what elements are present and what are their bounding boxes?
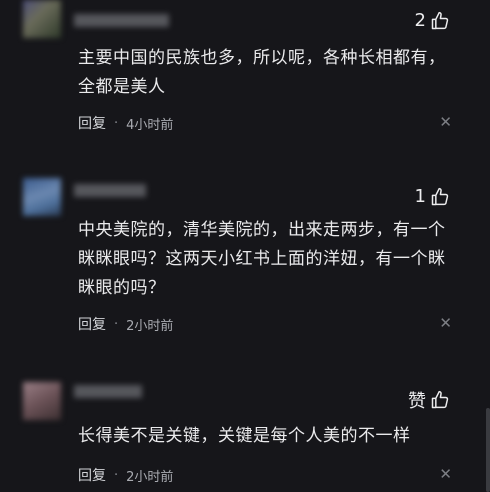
comment-text-line: 全都是美人 [78, 77, 166, 97]
meta-separator: · [114, 115, 119, 131]
comment-item: 2 主要中国的民族也多，所以呢，各种长相都有， 全都是美人 回复 · 4小时前 … [0, 0, 490, 150]
close-icon[interactable]: ✕ [439, 465, 452, 483]
comment-meta: 回复 · 4小时前 [78, 113, 173, 133]
thumbs-up-icon [431, 11, 449, 29]
close-icon[interactable]: ✕ [439, 113, 452, 131]
avatar[interactable] [23, 0, 61, 38]
comment-text-line: 中央美院的，清华美院的，出来走两步，有一个 [78, 220, 446, 240]
reply-button[interactable]: 回复 [78, 113, 106, 133]
username-blurred[interactable] [74, 385, 142, 398]
username-blurred[interactable] [74, 184, 146, 197]
comment-item: 赞 长得美不是关键，关键是每个人美的不一样 回复 · 2小时前 ✕ [0, 380, 490, 492]
like-button[interactable]: 1 [415, 186, 450, 207]
comment-meta: 回复 · 2小时前 [78, 314, 173, 334]
timestamp: 2小时前 [126, 469, 174, 485]
timestamp: 4小时前 [126, 117, 174, 133]
timestamp: 2小时前 [126, 318, 174, 334]
like-count: 赞 [408, 391, 426, 412]
comment-text-line: 主要中国的民族也多，所以呢，各种长相都有， [78, 48, 446, 68]
comment-text: 中央美院的，清华美院的，出来走两步，有一个 眯眯眼吗？这两天小红书上面的洋妞，有… [78, 216, 458, 303]
like-count: 2 [414, 10, 426, 31]
like-count: 1 [414, 186, 426, 207]
like-button[interactable]: 2 [415, 10, 450, 31]
close-icon[interactable]: ✕ [439, 314, 452, 332]
reply-button[interactable]: 回复 [78, 314, 106, 334]
comment-text: 主要中国的民族也多，所以呢，各种长相都有， 全都是美人 [78, 44, 458, 102]
avatar[interactable] [23, 382, 61, 420]
meta-separator: · [114, 316, 119, 332]
avatar[interactable] [23, 178, 61, 216]
comment-item: 1 中央美院的，清华美院的，出来走两步，有一个 眯眯眼吗？这两天小红书上面的洋妞… [0, 178, 490, 338]
comment-text-line: 眯眼的吗？ [78, 278, 166, 298]
reply-button[interactable]: 回复 [78, 465, 106, 485]
thumbs-up-icon [431, 187, 449, 205]
meta-separator: · [114, 467, 119, 483]
scrollbar[interactable] [486, 408, 490, 492]
comment-text: 长得美不是关键，关键是每个人美的不一样 [78, 422, 458, 451]
comment-text-line: 长得美不是关键，关键是每个人美的不一样 [78, 426, 411, 446]
comment-feed: 2 主要中国的民族也多，所以呢，各种长相都有， 全都是美人 回复 · 4小时前 … [0, 0, 490, 492]
thumbs-up-icon [431, 390, 449, 409]
comment-text-line: 眯眯眼吗？这两天小红书上面的洋妞，有一个眯 [78, 249, 446, 269]
username-blurred[interactable] [74, 14, 169, 27]
comment-meta: 回复 · 2小时前 [78, 465, 173, 485]
like-button[interactable]: 赞 [408, 387, 450, 413]
